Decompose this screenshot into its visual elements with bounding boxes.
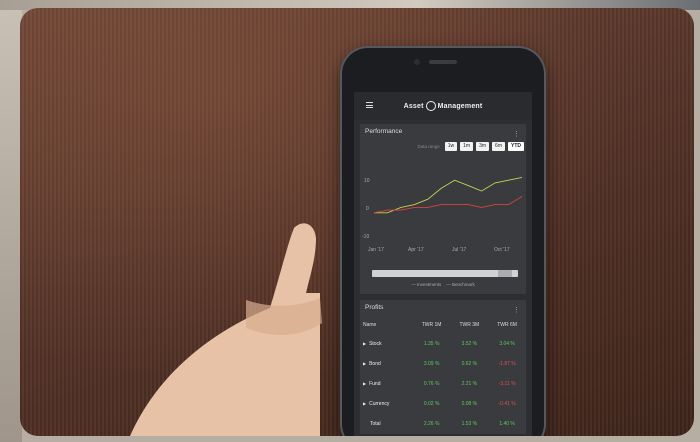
twr-1m-cell: 0.76 % (423, 381, 440, 387)
y-tick-label: 0 (366, 206, 369, 212)
twr-6m-cell: -1.87 % (498, 361, 516, 367)
column-header[interactable]: TWR 6M (488, 316, 526, 334)
navigator-window[interactable] (498, 270, 512, 277)
row-name-cell[interactable]: ▶ Fund (360, 374, 413, 394)
range-1m-button[interactable]: 1m (460, 141, 474, 151)
expand-caret-icon[interactable]: ▶ (363, 401, 366, 406)
row-name-cell: Total (360, 414, 413, 434)
performance-header: Performance ⋮ (360, 124, 526, 140)
gear-logo-icon (425, 101, 436, 111)
range-selector: Data range 1w 1m 3m 6m YTD (360, 140, 526, 152)
photo: Asset Management Performance ⋮ Data rang… (20, 8, 694, 436)
row-name-cell[interactable]: ▶ Bond (360, 354, 413, 374)
table-row[interactable]: ▶ Currency 0.02 % 0.08 % -0.41 % (360, 394, 526, 414)
twr-3m-cell: 0.08 % (461, 401, 478, 407)
background-left-edge (0, 0, 22, 442)
row-name: Total (370, 421, 381, 427)
expand-caret-icon[interactable]: ▶ (363, 361, 366, 366)
twr-3m-cell: 2.21 % (461, 381, 478, 387)
chart-legend: — Investments — Benchmark (360, 282, 526, 287)
row-name: Fund (369, 381, 381, 387)
row-name: Stock (369, 341, 382, 347)
profits-title: Profits (365, 304, 384, 311)
profits-more-icon[interactable]: ⋮ (513, 303, 520, 319)
y-tick-label: 10 (364, 178, 370, 184)
performance-more-icon[interactable]: ⋮ (513, 127, 520, 143)
range-1w-button[interactable]: 1w (444, 141, 458, 151)
row-name-cell[interactable]: ▶ Stock (360, 334, 413, 354)
expand-caret-icon[interactable]: ▶ (363, 341, 366, 346)
legend-benchmark[interactable]: — Benchmark (446, 282, 475, 287)
performance-chart: 10 0 -10 Jan '17 Apr '17 Jul '17 Oct '17 (362, 176, 523, 253)
range-6m-button[interactable]: 6m (492, 141, 505, 151)
performance-card: Performance ⋮ Data range 1w 1m 3m 6m YTD… (360, 124, 526, 294)
phone: Asset Management Performance ⋮ Data rang… (342, 48, 544, 436)
camera-icon (414, 59, 420, 65)
twr-6m-cell: 1.40 % (499, 421, 515, 427)
table-row[interactable]: ▶ Stock 1.35 % 3.52 % 3.04 % (360, 334, 526, 354)
x-tick-label: Jul '17 (452, 247, 467, 253)
range-3m-button[interactable]: 3m (476, 141, 490, 151)
x-tick-label: Jan '17 (368, 247, 384, 253)
x-tick-label: Oct '17 (494, 247, 510, 253)
speaker-icon (429, 60, 457, 64)
app-bar: Asset Management (354, 92, 532, 120)
profits-card: Profits ⋮ Name TWR 1M TWR 3M TWR 6M ▶ Sto… (360, 300, 526, 434)
twr-1m-cell: 2.26 % (423, 421, 440, 427)
column-header[interactable]: TWR 1M (413, 316, 451, 334)
expand-caret-icon[interactable]: ▶ (363, 381, 366, 386)
twr-3m-cell: 3.52 % (461, 341, 478, 347)
row-name: Currency (369, 401, 390, 407)
table-row[interactable]: ▶ Bond 3.09 % 0.62 % -1.87 % (360, 354, 526, 374)
hamburger-menu-icon[interactable] (366, 102, 373, 108)
app-brand: Asset Management (404, 101, 483, 111)
twr-6m-cell: -0.41 % (498, 401, 516, 407)
twr-6m-cell: -3.11 % (498, 381, 516, 387)
column-header[interactable]: Name (360, 316, 413, 334)
twr-6m-cell: 3.04 % (499, 341, 515, 347)
twr-1m-cell: 3.09 % (423, 361, 440, 367)
benchmark-series-line[interactable] (373, 196, 523, 214)
table-row: Total 2.26 % 1.53 % 1.40 % (360, 414, 526, 434)
range-label: Data range (417, 143, 440, 149)
row-name: Bond (369, 361, 381, 367)
app-screen: Asset Management Performance ⋮ Data rang… (354, 92, 532, 436)
performance-title: Performance (365, 128, 403, 135)
twr-3m-cell: 0.62 % (461, 361, 478, 367)
twr-3m-cell: 1.53 % (461, 421, 478, 427)
table-row[interactable]: ▶ Fund 0.76 % 2.21 % -3.11 % (360, 374, 526, 394)
table-header-row: Name TWR 1M TWR 3M TWR 6M (360, 316, 526, 334)
twr-1m-cell: 0.02 % (423, 401, 440, 407)
twr-1m-cell: 1.35 % (423, 341, 440, 347)
chart-navigator[interactable] (372, 270, 518, 277)
x-tick-label: Apr '17 (408, 247, 424, 253)
profits-table: Name TWR 1M TWR 3M TWR 6M ▶ Stock 1.35 % 3.… (360, 316, 526, 434)
y-tick-label: -10 (362, 234, 369, 240)
legend-investments[interactable]: — Investments (411, 282, 441, 287)
profits-header: Profits ⋮ (360, 300, 526, 316)
column-header[interactable]: TWR 3M (450, 316, 488, 334)
row-name-cell[interactable]: ▶ Currency (360, 394, 413, 414)
brand-left: Asset (403, 102, 424, 110)
investments-series-line[interactable] (374, 176, 523, 214)
brand-right: Management (437, 102, 483, 110)
